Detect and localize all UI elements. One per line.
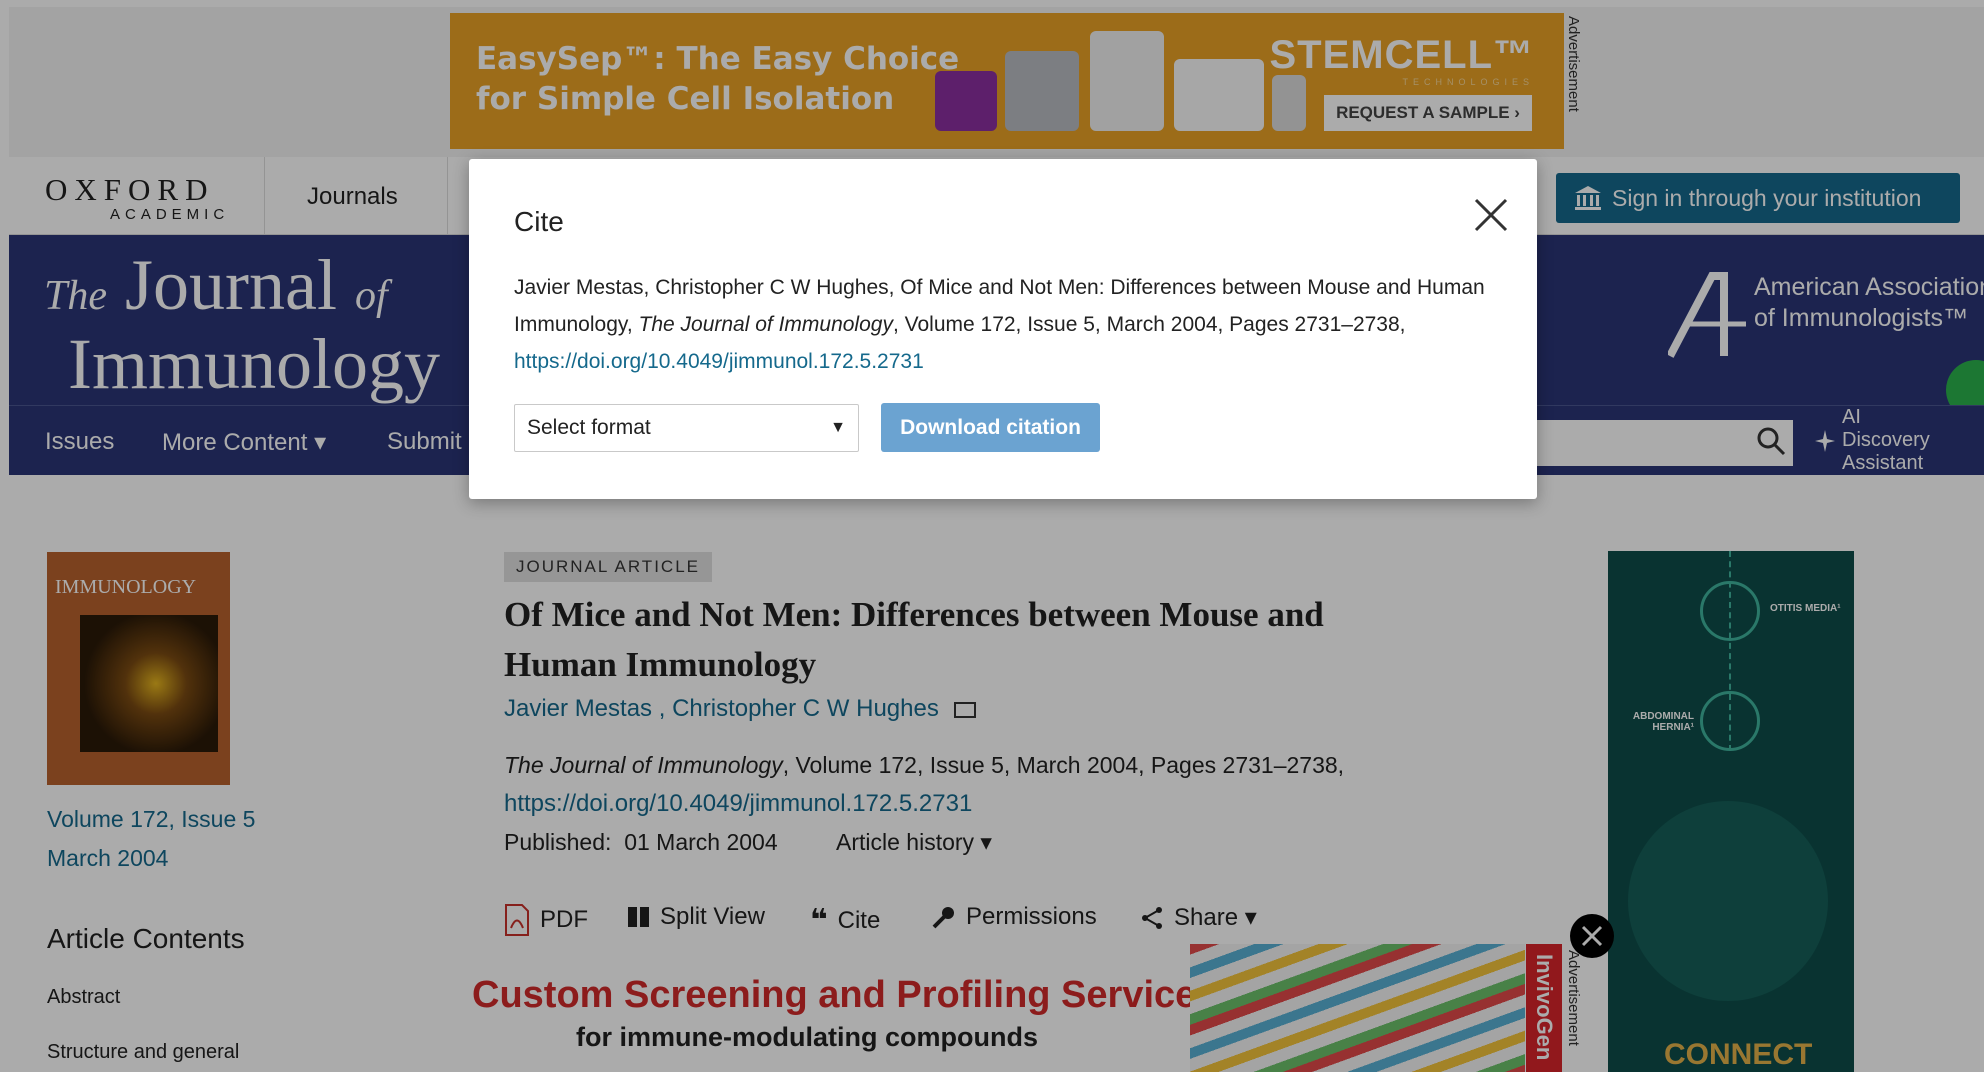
download-citation-button[interactable]: Download citation: [881, 403, 1100, 452]
cite-dialog: Cite Javier Mestas, Christopher C W Hugh…: [469, 159, 1537, 499]
format-select[interactable]: Select format ▼: [514, 404, 859, 452]
dropdown-arrow-icon: ▼: [830, 419, 846, 436]
citation-doi-link[interactable]: https://doi.org/10.4049/jimmunol.172.5.2…: [514, 350, 924, 373]
close-icon[interactable]: [1472, 196, 1510, 234]
dialog-title: Cite: [514, 206, 564, 237]
citation-text: Javier Mestas, Christopher C W Hughes, O…: [514, 276, 1485, 373]
